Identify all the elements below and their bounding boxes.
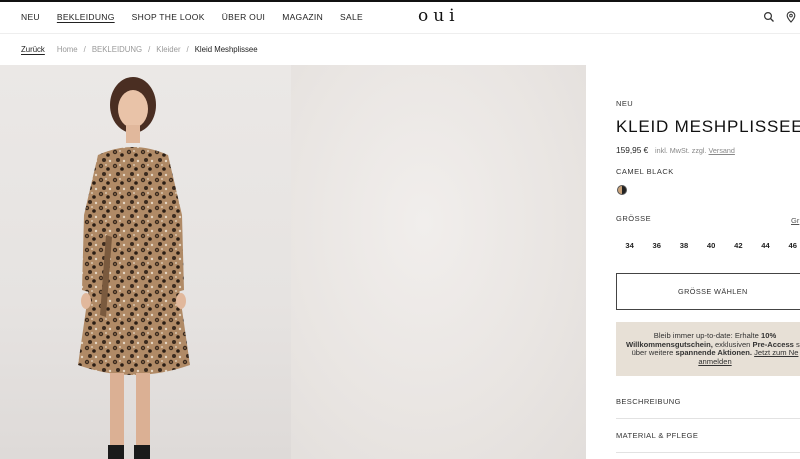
promo-text: so [796,339,800,349]
size-option[interactable]: 44 [752,241,779,250]
tax-info: inkl. MwSt. zzgl. Versand [655,146,735,155]
size-guide-link[interactable]: Gr [791,216,799,225]
top-border [0,0,800,2]
product-image-detail[interactable] [291,65,586,459]
accordion-material-care[interactable]: MATERIAL & PFLEGE [616,431,800,440]
breadcrumb-subcategory[interactable]: Kleider [156,45,180,54]
newsletter-promo: Bleib immer up-to-date: Erhalte 10% Will… [616,322,800,376]
breadcrumb-home[interactable]: Home [57,45,78,54]
breadcrumb-category[interactable]: BEKLEIDUNG [92,45,142,54]
divider [616,418,800,419]
location-pin-icon[interactable] [785,11,797,23]
promo-bold-preaccess: Pre-Access [752,339,794,349]
newsletter-link-continued[interactable]: anmelden [698,357,731,366]
breadcrumb: Zurück Home / BEKLEIDUNG / Kleider / Kle… [21,45,258,54]
breadcrumb-separator: / [83,45,86,54]
product-price: 159,95 € [616,145,649,155]
product-title: KLEID MESHPLISSEE [616,117,800,136]
size-option[interactable]: 36 [643,241,670,250]
size-options: 34 36 38 40 42 44 46 [616,241,800,250]
breadcrumb-current: Kleid Meshplissee [194,45,258,54]
accordion-description[interactable]: BESCHREIBUNG [616,397,800,406]
breadcrumb-separator: / [186,45,189,54]
nav-item-bekleidung[interactable]: BEKLEIDUNG [57,12,115,22]
new-badge: NEU [616,99,634,108]
size-option[interactable]: 46 [779,241,800,250]
nav-item-magazin[interactable]: MAGAZIN [282,12,323,22]
search-icon[interactable] [763,11,775,23]
nav-item-shop-the-look[interactable]: SHOP THE LOOK [132,12,205,22]
brand-logo[interactable]: oui [418,6,460,26]
size-option[interactable]: 34 [616,241,643,250]
model-illustration [78,77,190,459]
promo-text: Bleib immer up-to-date: Erhalte [653,331,761,340]
size-option[interactable]: 40 [698,241,725,250]
promo-text: über weitere [631,348,676,358]
divider [616,452,800,453]
back-link[interactable]: Zurück [21,45,45,54]
site-header: NEU BEKLEIDUNG SHOP THE LOOK ÜBER OUI MA… [0,0,800,34]
size-option[interactable]: 38 [670,241,697,250]
color-label: CAMEL BLACK [616,167,674,176]
tax-text: inkl. MwSt. zzgl. [655,146,707,155]
nav-item-sale[interactable]: SALE [340,12,363,22]
size-label: GRÖSSE [616,214,652,223]
promo-bold-actions: spannende Aktionen. [675,348,752,358]
nav-item-ueber-oui[interactable]: ÜBER OUI [222,12,266,22]
choose-size-button[interactable]: GRÖSSE WÄHLEN [616,273,800,310]
main-nav: NEU BEKLEIDUNG SHOP THE LOOK ÜBER OUI MA… [21,12,380,22]
nav-item-neu[interactable]: NEU [21,12,40,22]
promo-text: exklusiven [712,339,753,349]
product-image-model[interactable] [0,65,291,459]
color-swatch-camel-black[interactable] [617,185,627,195]
size-option[interactable]: 42 [725,241,752,250]
breadcrumb-separator: / [148,45,151,54]
shipping-link[interactable]: Versand [709,146,735,155]
newsletter-link[interactable]: Jetzt zum Ne [754,348,798,358]
